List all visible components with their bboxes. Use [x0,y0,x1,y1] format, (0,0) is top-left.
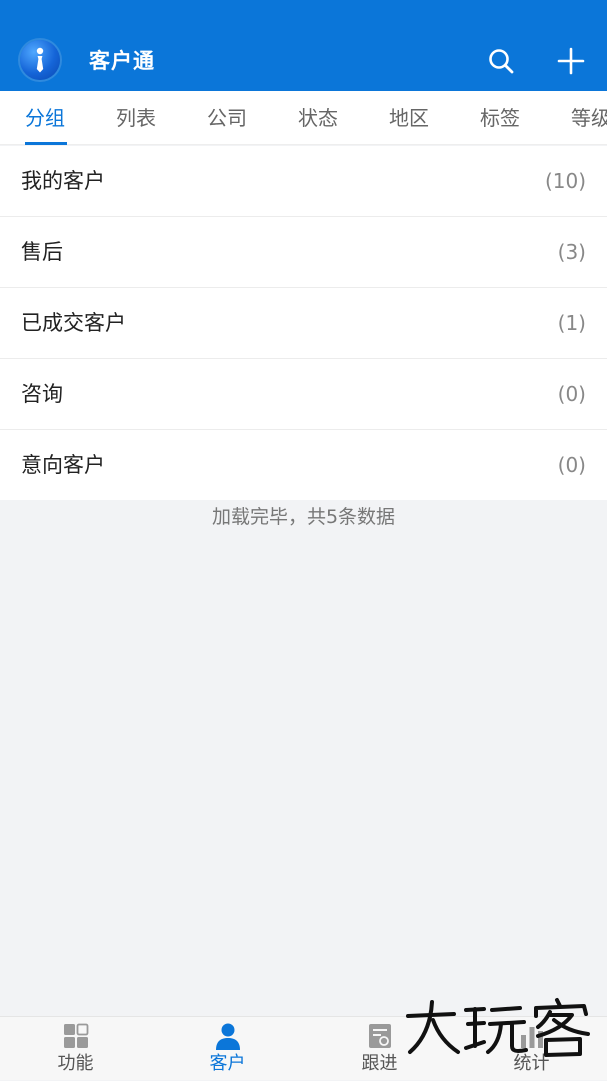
tab-list[interactable]: 列表 [116,91,156,144]
tab-company[interactable]: 公司 [207,91,247,144]
list-item[interactable]: 售后 (3) [0,217,607,288]
tab-group[interactable]: 分组 [25,91,65,144]
tie-icon [36,47,44,73]
nav-customers[interactable]: 客户 [152,1017,303,1081]
group-name: 咨询 [21,382,63,406]
tab-status[interactable]: 状态 [298,91,338,144]
list-item[interactable]: 意向客户 (0) [0,430,607,500]
grid-icon [64,1023,89,1048]
nav-label: 客户 [209,1053,246,1074]
app-logo [20,40,60,80]
group-name: 已成交客户 [21,311,126,335]
search-button[interactable] [486,46,516,76]
group-count: (10) [544,169,586,193]
nav-label: 功能 [57,1053,94,1074]
group-list: 我的客户 (10) 售后 (3) 已成交客户 (1) 咨询 (0) 意向客户 (… [0,146,607,500]
group-name: 意向客户 [21,453,105,477]
app-bar: 客户通 [0,0,607,91]
person-icon [216,1023,240,1050]
list-item[interactable]: 咨询 (0) [0,359,607,430]
group-count: (3) [557,240,586,264]
group-count: (0) [557,382,586,406]
list-item[interactable]: 已成交客户 (1) [0,288,607,359]
plus-icon [557,47,585,75]
add-customer-button[interactable] [556,46,586,76]
group-count: (0) [557,453,586,477]
tab-region[interactable]: 地区 [389,91,429,144]
group-count: (1) [557,311,586,335]
tab-level[interactable]: 等级 [571,91,607,144]
list-item[interactable]: 我的客户 (10) [0,146,607,217]
document-icon [369,1024,391,1048]
load-complete-message: 加载完毕，共5条数据 [211,506,396,528]
search-icon [489,49,514,74]
watermark-logo [406,998,590,1057]
category-tabs: 分组 列表 公司 状态 地区 标签 等级 [0,91,607,145]
app-title: 客户通 [89,49,155,73]
active-tab-indicator [25,142,67,145]
tab-tags[interactable]: 标签 [480,91,520,144]
group-name: 售后 [21,240,63,264]
group-name: 我的客户 [21,169,105,193]
nav-features[interactable]: 功能 [0,1017,151,1081]
